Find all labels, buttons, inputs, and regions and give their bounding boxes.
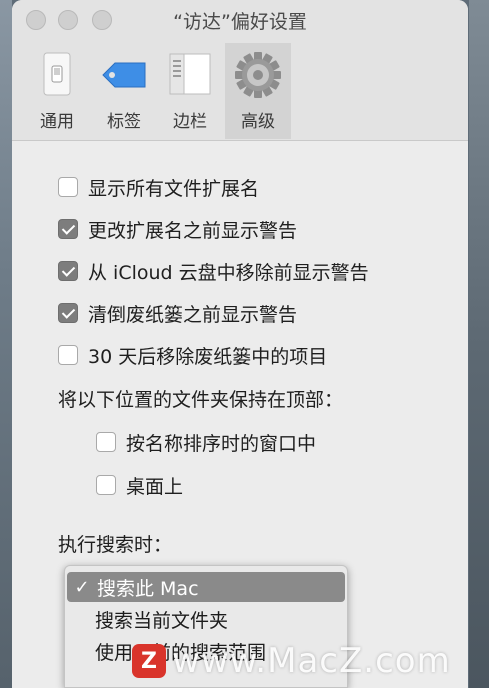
option-folders-top-windows[interactable]: 按名称排序时的窗口中 [96,428,316,456]
menu-item-search-this-mac[interactable]: ✓ 搜索此 Mac [67,572,345,602]
tab-tags-label: 标签 [107,112,141,132]
checkbox-folders-top-desktop[interactable] [96,475,116,495]
menu-item-search-current-folder[interactable]: 搜索当前文件夹 [65,604,347,634]
desktop-background-right [469,0,489,688]
titlebar: “访达”偏好设置 通用 标签 边栏 高级 [12,0,468,141]
menu-item-search-this-mac-label: 搜索此 Mac [97,577,199,600]
watermark-logo-icon: Z [132,644,166,678]
tab-sidebar[interactable]: 边栏 [157,43,223,139]
tab-advanced-label: 高级 [241,112,275,132]
tab-tags[interactable]: 标签 [91,43,157,139]
checkmark-icon: ✓ [74,576,90,598]
option-warn-empty-trash-label: 清倒废纸篓之前显示警告 [88,303,298,326]
option-warn-icloud-remove-label: 从 iCloud 云盘中移除前显示警告 [88,261,369,284]
checkbox-warn-extension-change[interactable] [58,219,78,239]
option-warn-extension-change[interactable]: 更改扩展名之前显示警告 [58,215,297,243]
sidebar-icon [169,53,211,95]
checkbox-show-extensions[interactable] [58,177,78,197]
window-title: “访达”偏好设置 [173,11,307,33]
option-show-extensions[interactable]: 显示所有文件扩展名 [58,173,259,201]
tag-icon [102,62,146,88]
option-folders-top-desktop[interactable]: 桌面上 [96,471,183,499]
gear-icon [235,52,281,98]
watermark-text: www.MacZ.com [172,641,451,681]
checkbox-warn-empty-trash[interactable] [58,303,78,323]
checkbox-warn-icloud-remove[interactable] [58,261,78,281]
tab-general-label: 通用 [40,112,74,132]
menu-item-search-current-folder-label: 搜索当前文件夹 [95,609,229,632]
general-switch-icon [43,52,71,96]
option-remove-trash-30-days-label: 30 天后移除废纸篓中的项目 [88,345,328,368]
checkbox-remove-trash-30-days[interactable] [58,345,78,365]
option-warn-icloud-remove[interactable]: 从 iCloud 云盘中移除前显示警告 [58,257,369,285]
tab-general[interactable]: 通用 [24,43,90,139]
option-warn-empty-trash[interactable]: 清倒废纸篓之前显示警告 [58,299,297,327]
option-folders-top-windows-label: 按名称排序时的窗口中 [126,432,317,455]
option-show-extensions-label: 显示所有文件扩展名 [88,177,260,200]
option-warn-extension-change-label: 更改扩展名之前显示警告 [88,219,298,242]
search-label: 执行搜索时： [58,534,173,556]
desktop-background-left [0,0,12,688]
watermark: Z www.MacZ.com [132,641,451,681]
option-folders-top-desktop-label: 桌面上 [126,475,184,498]
option-remove-trash-30-days[interactable]: 30 天后移除废纸篓中的项目 [58,341,327,369]
tab-advanced[interactable]: 高级 [225,43,291,139]
tab-sidebar-label: 边栏 [173,112,207,132]
checkbox-folders-top-windows[interactable] [96,432,116,452]
folders-on-top-label: 将以下位置的文件夹保持在顶部： [58,389,344,411]
